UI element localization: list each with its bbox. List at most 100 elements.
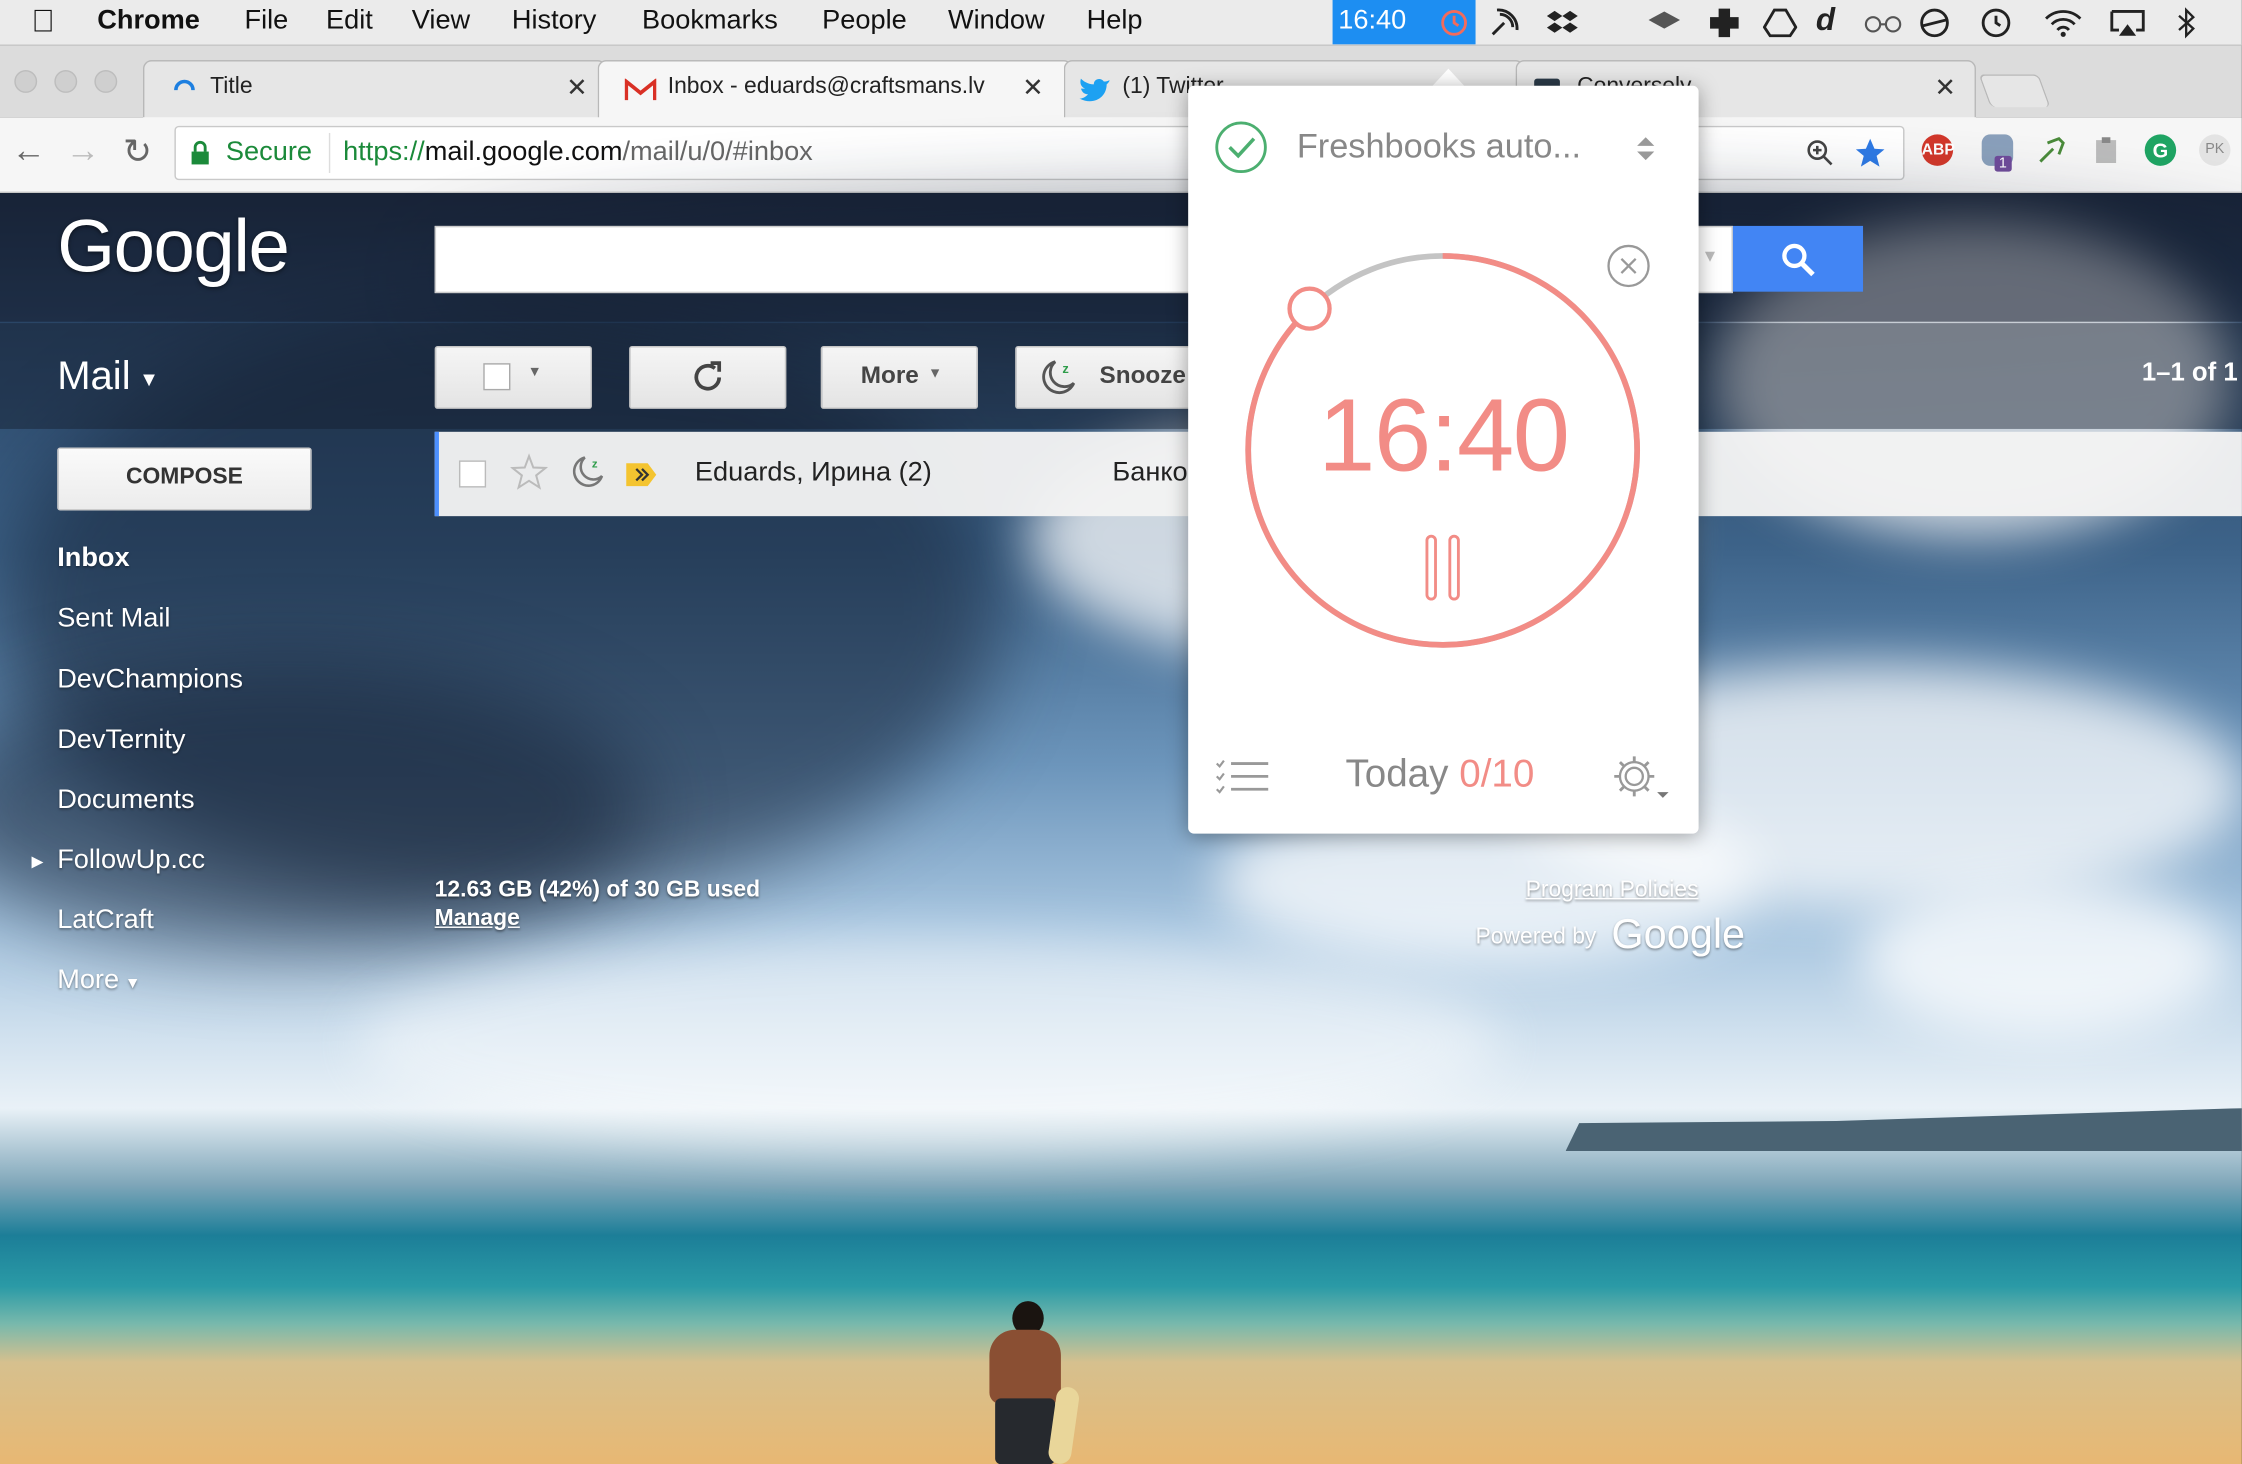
timer-popup: Freshbooks auto... 16:40 Today 0/10: [1188, 85, 1699, 834]
menubar-timer-clock[interactable]: 16:40: [1332, 0, 1476, 45]
task-complete-check-icon[interactable]: [1214, 120, 1268, 174]
new-tab-button[interactable]: [1978, 74, 2051, 108]
tab-inbox[interactable]: Inbox - eduards@craftsmans.lv ✕: [597, 60, 1073, 119]
importance-marker-icon[interactable]: [625, 462, 659, 488]
menu-file[interactable]: File: [244, 6, 288, 37]
refresh-icon: [694, 361, 722, 391]
menu-window[interactable]: Window: [948, 6, 1045, 37]
surfer-figure: [972, 1301, 1081, 1464]
manage-storage-link[interactable]: Manage: [435, 906, 520, 932]
sidebar-item-sent-mail[interactable]: Sent Mail: [57, 603, 170, 634]
settings-gear-icon[interactable]: [1609, 752, 1672, 803]
menu-view[interactable]: View: [412, 6, 470, 37]
email-subject: Банко: [1112, 457, 1188, 488]
snooze-moon-icon[interactable]: z: [568, 452, 608, 492]
mac-menubar:  Chrome File Edit View History Bookmark…: [0, 0, 2242, 46]
gmail-icon: [624, 78, 657, 101]
task-selector-updown-icon[interactable]: [1634, 134, 1657, 163]
tab-label: Title: [210, 74, 253, 99]
select-all-checkbox-button[interactable]: ▼: [434, 346, 592, 409]
row-checkbox[interactable]: [458, 460, 487, 488]
menu-edit[interactable]: Edit: [326, 6, 373, 37]
chevron-down-icon: ▼: [927, 366, 943, 382]
search-icon: [1782, 243, 1815, 277]
dropbox-icon[interactable]: [1546, 6, 1580, 40]
sidebar-item-inbox[interactable]: Inbox: [57, 543, 129, 574]
menu-bookmarks[interactable]: Bookmarks: [642, 6, 778, 37]
mail-switcher[interactable]: Mail ▼: [57, 353, 159, 399]
sidebar-item-more[interactable]: More ▼: [57, 965, 140, 996]
checkbox-icon: [483, 363, 511, 391]
powered-by-google-logo: Google: [1611, 912, 1746, 958]
dash-d-icon[interactable]: d: [1816, 1, 1835, 38]
expand-triangle-icon[interactable]: ▶: [31, 852, 43, 871]
chrome-toolbar: ← → ↻ Secure https://mail.google.com/mai…: [0, 117, 2242, 194]
plus-cross-icon[interactable]: [1707, 6, 1741, 40]
tab-close-icon[interactable]: ✕: [566, 73, 588, 103]
chrome-tab-strip: Title ✕ Inbox - eduards@craftsmans.lv ✕ …: [0, 45, 2242, 119]
email-sender: Eduards, Ирина (2): [694, 457, 932, 488]
today-counter: Today 0/10: [1345, 752, 1535, 795]
forward-arrow-icon[interactable]: →: [66, 132, 100, 172]
chevron-down-icon: ▼: [527, 364, 542, 381]
adblock-icon[interactable]: ABP: [1921, 134, 1955, 166]
sidebar-item-followup[interactable]: FollowUp.cc: [57, 845, 205, 876]
timer-status-icon: [1441, 10, 1467, 36]
sidebar-item-devchampions[interactable]: DevChampions: [57, 665, 243, 696]
apple-icon[interactable]: : [31, 3, 55, 40]
tab-title[interactable]: Title ✕: [142, 60, 607, 119]
task-list-icon[interactable]: [1214, 758, 1271, 795]
extension-pk-icon[interactable]: PK: [2199, 134, 2231, 166]
graduation-cap-icon[interactable]: [1647, 7, 1681, 38]
twitter-bird-icon: [1079, 78, 1110, 102]
menu-people[interactable]: People: [822, 6, 907, 37]
airplay-icon[interactable]: [2108, 7, 2148, 38]
search-options-chevron-icon[interactable]: ▼: [1701, 246, 1718, 266]
timer-ring-knob[interactable]: [1287, 286, 1332, 331]
extension-badge: 1: [1994, 155, 2012, 172]
zoom-icon[interactable]: [1806, 139, 1835, 168]
satellite-icon[interactable]: [1487, 6, 1521, 40]
snooze-moon-icon: z: [1042, 360, 1076, 395]
back-arrow-icon[interactable]: ←: [11, 132, 45, 172]
refresh-button[interactable]: [629, 346, 787, 409]
pause-icon[interactable]: [1423, 532, 1466, 603]
program-policies-link[interactable]: Program Policies: [1526, 878, 1699, 904]
sidebar-item-latcraft[interactable]: LatCraft: [57, 905, 154, 936]
url-text[interactable]: https://mail.google.com/mail/u/0/#inbox: [343, 137, 813, 168]
tab-close-icon[interactable]: ✕: [1935, 73, 1957, 103]
more-label: More: [860, 361, 919, 389]
window-close-button[interactable]: [14, 70, 38, 93]
window-minimize-button[interactable]: [54, 70, 78, 93]
reload-icon[interactable]: ↻: [123, 132, 152, 173]
more-actions-button[interactable]: More ▼: [820, 346, 978, 409]
menu-history[interactable]: History: [512, 6, 597, 37]
window-zoom-button[interactable]: [94, 70, 118, 93]
secure-label: Secure: [225, 137, 312, 168]
wifi-icon[interactable]: [2043, 7, 2083, 38]
tab-close-icon[interactable]: ✕: [1022, 73, 1044, 103]
menubar-clock-text: 16:40: [1338, 5, 1407, 36]
bookmark-star-icon[interactable]: [1854, 137, 1885, 168]
gmail-search-button[interactable]: [1732, 225, 1864, 292]
pagination-text: 1–1 of 1: [2141, 357, 2238, 387]
sidebar-item-documents[interactable]: Documents: [57, 785, 194, 816]
timer-time: 16:40: [1318, 378, 1570, 494]
bluetooth-icon[interactable]: [2173, 6, 2199, 40]
snooze-button[interactable]: z Snooze: [1015, 346, 1204, 409]
time-machine-icon[interactable]: [1977, 6, 2014, 40]
menu-app-chrome[interactable]: Chrome: [97, 6, 200, 37]
clipboard-icon[interactable]: [2090, 134, 2121, 165]
google-logo[interactable]: Google: [57, 204, 290, 290]
glasses-icon[interactable]: [1863, 9, 1903, 38]
sidebar-item-devternity[interactable]: DevTernity: [57, 725, 185, 756]
menu-help[interactable]: Help: [1087, 6, 1143, 37]
powered-by-label: Powered by: [1475, 925, 1597, 950]
star-icon[interactable]: [510, 453, 548, 490]
task-title[interactable]: Freshbooks auto...: [1297, 127, 1581, 167]
grammarly-icon[interactable]: G: [2144, 134, 2177, 166]
circle-slash-icon[interactable]: [1917, 6, 1951, 40]
google-drive-icon[interactable]: [1762, 7, 1798, 38]
tools-icon[interactable]: [2036, 134, 2067, 165]
compose-button[interactable]: COMPOSE: [57, 447, 312, 511]
